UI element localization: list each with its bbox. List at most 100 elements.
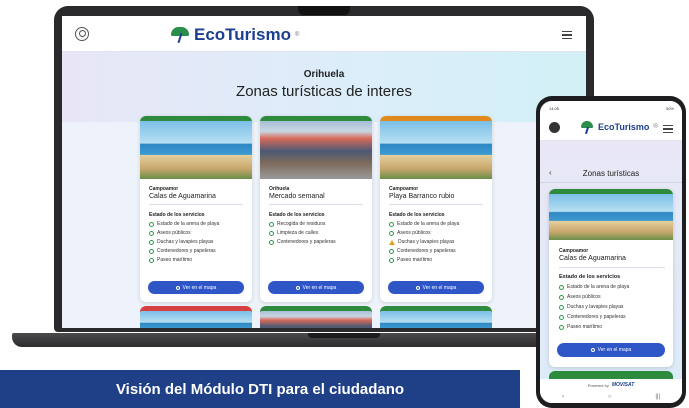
battery-level: 50% [665, 106, 674, 111]
zone-location: Campoamor [389, 186, 419, 192]
services-heading: Estado de los servicios [559, 274, 621, 280]
user-icon[interactable] [549, 122, 560, 133]
status-bar: 14:05 50% [540, 101, 682, 115]
hero-banner: Orihuela Zonas turísticas de interes [62, 52, 586, 122]
service-item: Estado de la arena de playa [389, 221, 483, 227]
zone-card-partial[interactable] [380, 306, 492, 328]
service-item: Aseos públicos [559, 294, 665, 300]
top-navbar: EcoTurismo ® [62, 16, 586, 52]
check-icon [149, 239, 154, 245]
services-heading: Estado de los servicios [389, 212, 445, 218]
zone-name: Calas de Aguamarina [149, 193, 243, 205]
laptop-hinge [308, 333, 380, 338]
menu-icon[interactable] [663, 125, 673, 133]
section-header: ‹ Zonas turísticas [540, 165, 682, 183]
check-icon [149, 257, 154, 263]
phone-frame: 14:05 50% EcoTurismo ® ‹ Zonas turísticas [536, 96, 686, 408]
mockup-stage: EcoTurismo ® Orihuela Zonas turísticas de… [0, 0, 689, 408]
check-icon [149, 248, 154, 254]
zone-card-partial[interactable] [549, 371, 673, 379]
check-icon [149, 230, 154, 236]
powered-by-footer: Powered by MOVISAT [540, 379, 682, 391]
umbrella-icon [580, 121, 594, 133]
check-icon [559, 314, 564, 320]
check-icon [389, 257, 394, 263]
check-icon [269, 239, 274, 245]
service-item: Contenedores y papeleras [559, 314, 665, 320]
nav-home-icon[interactable]: ○ [608, 394, 612, 400]
phone-screen: 14:05 50% EcoTurismo ® ‹ Zonas turísticas [540, 101, 682, 403]
android-nav-bar: ‹ ○ ||| [540, 391, 682, 403]
zone-name: Calas de Aguamarina [559, 255, 665, 268]
zone-card-partial[interactable] [140, 306, 252, 328]
service-item: Contenedores y papeleras [389, 248, 483, 254]
zone-photo [380, 121, 492, 179]
menu-icon[interactable] [562, 31, 572, 39]
service-item: Paseo marítimo [389, 257, 483, 263]
service-item: Duchas y lavapies playas [149, 239, 243, 245]
view-map-button[interactable]: Ver en el mapa [557, 343, 665, 357]
movisat-logo: MOVISAT [611, 382, 635, 388]
phone-content: ‹ Zonas turísticas Campoamor Calas de Ag… [540, 141, 682, 379]
phone-navbar: EcoTurismo ® [540, 115, 682, 141]
umbrella-icon [170, 27, 190, 43]
check-icon [389, 221, 394, 227]
app-name: EcoTurismo [598, 122, 650, 132]
user-icon[interactable] [75, 27, 89, 41]
app-name: EcoTurismo [194, 25, 291, 44]
service-item: Estado de la arena de playa [559, 284, 665, 290]
status-time: 14:05 [549, 106, 560, 111]
zone-photo [549, 194, 673, 240]
section-title: Zonas turísticas [582, 169, 640, 178]
zone-location: Orihuela [269, 186, 290, 192]
warning-icon [389, 239, 395, 245]
view-map-button[interactable]: Ver en el mapa [148, 281, 244, 294]
service-item: Duchas y lavapies playas [559, 304, 665, 310]
service-item: Contenedores y papeleras [149, 248, 243, 254]
nav-recents-icon[interactable]: ||| [655, 394, 660, 400]
app-logo[interactable]: EcoTurismo ® [580, 121, 658, 133]
caption-banner: Visión del Módulo DTI para el ciudadano [0, 370, 520, 408]
services-heading: Estado de los servicios [149, 212, 205, 218]
zone-photo [260, 121, 372, 179]
check-icon [269, 221, 274, 227]
camera-notch [298, 6, 350, 15]
check-icon [269, 230, 274, 236]
service-item: Limpieza de calles [269, 230, 363, 236]
map-pin-icon [295, 285, 300, 290]
zone-card-partial[interactable] [260, 306, 372, 328]
zone-name: Mercado semanal [269, 193, 363, 205]
app-logo[interactable]: EcoTurismo ® [170, 25, 299, 45]
zone-location: Campoamor [149, 186, 179, 192]
service-item: Contenedores y papeleras [269, 239, 363, 245]
zone-card[interactable]: Campoamor Calas de Aguamarina Estado de … [549, 189, 673, 367]
service-item: Paseo marítimo [559, 324, 665, 330]
map-pin-icon [590, 348, 595, 352]
check-icon [389, 230, 394, 236]
zone-card[interactable]: Campoamor Calas de Aguamarina Estado de … [140, 116, 252, 302]
zone-card[interactable]: Orihuela Mercado semanal Estado de los s… [260, 116, 372, 302]
check-icon [149, 221, 154, 227]
view-map-button[interactable]: Ver en el mapa [388, 281, 484, 294]
service-item: Aseos públicos [389, 230, 483, 236]
zone-card[interactable]: Campoamor Playa Barranco rubio Estado de… [380, 116, 492, 302]
page-title: Zonas turísticas de interes [236, 83, 412, 100]
view-map-button[interactable]: Ver en el mapa [268, 281, 364, 294]
laptop-screen: EcoTurismo ® Orihuela Zonas turísticas de… [62, 16, 586, 328]
service-item: Duchas y lavapies playas [389, 239, 483, 245]
service-item: Estado de la arena de playa [149, 221, 243, 227]
nav-back-icon[interactable]: ‹ [562, 394, 564, 400]
check-icon [389, 248, 394, 254]
service-item: Aseos públicos [149, 230, 243, 236]
check-icon [559, 324, 564, 330]
check-icon [559, 284, 564, 290]
check-icon [559, 294, 564, 300]
map-pin-icon [175, 285, 180, 290]
zone-name: Playa Barranco rubio [389, 193, 483, 205]
map-pin-icon [415, 285, 420, 290]
check-icon [559, 304, 564, 310]
service-item: Recogida de residuos [269, 221, 363, 227]
services-heading: Estado de los servicios [269, 212, 325, 218]
service-item: Paseo marítimo [149, 257, 243, 263]
zone-location: Campoamor [559, 248, 589, 254]
